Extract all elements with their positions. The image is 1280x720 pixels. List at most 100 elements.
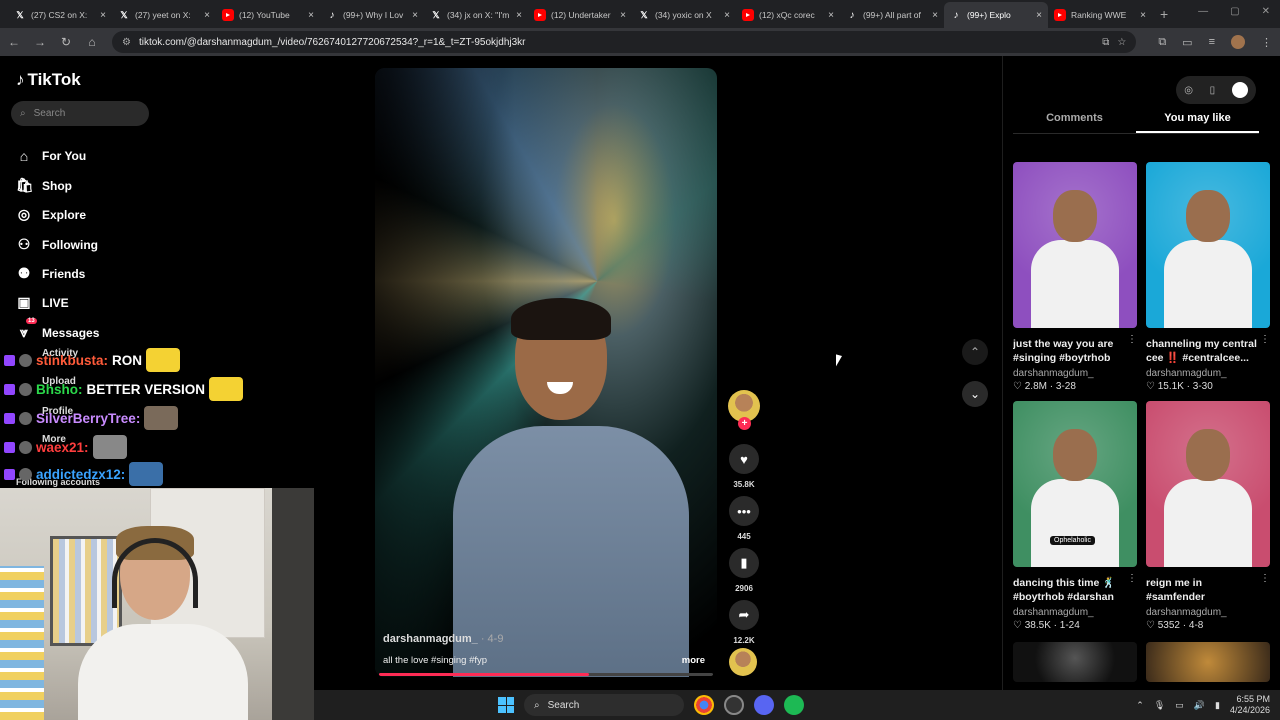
battery-icon[interactable]: ▮ — [1215, 700, 1220, 711]
sidebar-item-live[interactable]: ▣ LIVE — [16, 294, 68, 311]
music-disc-icon[interactable] — [729, 648, 757, 676]
chat-username[interactable]: stinkbusta: — [36, 353, 108, 368]
sidebar-item-shop[interactable]: 🛍 Shop — [16, 177, 72, 194]
toggle-icon[interactable] — [1231, 82, 1248, 98]
more-options-icon[interactable]: ⋮ — [1127, 334, 1137, 345]
new-tab-icon[interactable]: + — [1160, 6, 1168, 22]
sidebar-item-explore[interactable]: ◎ Explore — [16, 206, 86, 223]
media-icon[interactable]: ≡ — [1209, 36, 1215, 48]
close-tab-icon[interactable]: × — [932, 10, 938, 21]
save-button[interactable]: ▮ 2906 — [727, 548, 761, 593]
browser-tab[interactable]: ♪ (99+) Explo × — [944, 2, 1048, 28]
follow-plus-icon[interactable]: + — [738, 417, 751, 430]
more-options-icon[interactable]: ⋮ — [1260, 334, 1270, 345]
recommended-video-card[interactable]: Ophelaholic ⋮ dancing this time 🕺 #boytrho… — [1013, 401, 1137, 631]
like-button[interactable]: ♥ 35.8K — [727, 444, 761, 489]
close-tab-icon[interactable]: × — [1140, 10, 1146, 21]
chat-username[interactable]: addictedzx12: — [36, 467, 125, 482]
tab-comments[interactable]: Comments — [1013, 112, 1136, 133]
browser-tab[interactable]: Ranking WWE × — [1048, 2, 1152, 28]
more-options-icon[interactable]: ⋮ — [1127, 573, 1137, 584]
browser-tab[interactable]: (12) xQc corec × — [736, 2, 840, 28]
minimize-icon[interactable]: — — [1198, 6, 1208, 17]
browser-tab[interactable]: 𝕏 (27) yeet on X: × — [112, 2, 216, 28]
more-link[interactable]: more — [682, 655, 705, 666]
forward-icon[interactable]: → — [34, 35, 46, 49]
card-author[interactable]: darshanmagdum_ — [1013, 368, 1137, 379]
bookmark-star-icon[interactable]: ☆ — [1117, 37, 1126, 48]
video-thumbnail[interactable] — [1146, 162, 1270, 328]
windows-start-icon[interactable] — [498, 697, 514, 713]
home-browser-icon[interactable]: ⌂ — [86, 35, 98, 49]
close-tab-icon[interactable]: × — [1036, 10, 1042, 21]
close-window-icon[interactable]: ✕ — [1262, 6, 1270, 17]
video-thumbnail[interactable] — [1013, 642, 1137, 682]
recommended-video-card[interactable]: ⋮ just the way you are #singing #boytrhob… — [1013, 162, 1137, 392]
video-author[interactable]: darshanmagdum_ · 4-9 — [383, 633, 503, 645]
site-info-icon[interactable]: ⚙ — [122, 37, 131, 48]
browser-tab[interactable]: (12) YouTube × — [216, 2, 320, 28]
share-button[interactable]: ➦ 12.2K — [727, 600, 761, 645]
sidebar-item-friends[interactable]: ⚉ Friends — [16, 265, 86, 282]
discord-icon[interactable] — [754, 695, 774, 715]
mic-icon[interactable]: 🎙 — [1154, 700, 1165, 711]
close-tab-icon[interactable]: × — [516, 10, 522, 21]
phone-icon[interactable]: ▯ — [1210, 85, 1216, 96]
maximize-icon[interactable]: ▢ — [1230, 6, 1239, 17]
browser-tab[interactable]: 𝕏 (34) jx on X: "I'm × — [424, 2, 528, 28]
video-thumbnail[interactable] — [1013, 162, 1137, 328]
chrome-icon[interactable] — [694, 695, 714, 715]
browser-tab[interactable]: ♪ (99+) All part of × — [840, 2, 944, 28]
close-tab-icon[interactable]: × — [100, 10, 106, 21]
sidebar-search[interactable]: ⌕ Search — [11, 101, 149, 126]
settings-app-icon[interactable] — [724, 695, 744, 715]
browser-tab[interactable]: 𝕏 (34) yoxic on X × — [632, 2, 736, 28]
close-tab-icon[interactable]: × — [724, 10, 730, 21]
chat-username[interactable]: SilverBerryTree: — [36, 411, 140, 426]
video-thumbnail[interactable]: Ophelaholic — [1013, 401, 1137, 567]
menu-icon[interactable]: ⋮ — [1261, 36, 1272, 49]
chevron-up-icon[interactable]: ⌃ — [962, 339, 988, 365]
browser-tab[interactable]: ♪ (99+) Why I Lov × — [320, 2, 424, 28]
tiktok-logo[interactable]: ♪ TikTok — [16, 70, 81, 90]
sidepanel-icon[interactable]: ▭ — [1182, 36, 1192, 49]
clock[interactable]: 6:55 PM 4/24/2026 — [1230, 694, 1270, 716]
url-field[interactable]: ⚙ tiktok.com/@darshanmagdum_/video/76267… — [112, 31, 1137, 53]
video-thumbnail[interactable] — [1146, 401, 1270, 567]
spotify-icon[interactable] — [784, 695, 804, 715]
card-author[interactable]: darshanmagdum_ — [1013, 607, 1137, 618]
sidebar-item-following[interactable]: ⚇ Following — [16, 236, 98, 253]
compass-small-icon[interactable]: ◎ — [1184, 85, 1193, 96]
reload-icon[interactable]: ↻ — [60, 35, 72, 49]
close-tab-icon[interactable]: × — [828, 10, 834, 21]
tray-chevron-icon[interactable]: ⌃ — [1136, 700, 1144, 711]
close-tab-icon[interactable]: × — [204, 10, 210, 21]
close-tab-icon[interactable]: × — [620, 10, 626, 21]
recommended-video-card[interactable]: ⋮ channeling my central cee ‼️ #centralce… — [1146, 162, 1270, 392]
network-icon[interactable]: ▭ — [1175, 700, 1184, 711]
sidebar-item-for-you[interactable]: ⌂ For You — [16, 148, 86, 164]
author-avatar[interactable]: + — [728, 390, 760, 430]
close-tab-icon[interactable]: × — [308, 10, 314, 21]
close-tab-icon[interactable]: × — [412, 10, 418, 21]
video-progress-bar[interactable] — [379, 673, 713, 676]
taskbar-search[interactable]: ⌕ Search — [524, 694, 684, 716]
install-icon[interactable]: ⧉ — [1102, 37, 1109, 48]
more-options-icon[interactable]: ⋮ — [1260, 573, 1270, 584]
video-player[interactable]: darshanmagdum_ · 4-9 all the love #singi… — [375, 68, 717, 677]
volume-icon[interactable]: 🔊 — [1194, 700, 1205, 711]
chevron-down-icon[interactable]: ⌄ — [962, 381, 988, 407]
back-icon[interactable]: ← — [8, 35, 20, 49]
profile-avatar[interactable] — [1231, 35, 1245, 49]
recommended-video-card[interactable]: ⋮ reign me in #samfender #oliviadean #sin… — [1146, 401, 1270, 631]
card-author[interactable]: darshanmagdum_ — [1146, 607, 1270, 618]
video-thumbnail[interactable] — [1146, 642, 1270, 682]
comment-button[interactable]: ••• 445 — [727, 496, 761, 541]
extensions-icon[interactable]: ⧉ — [1158, 36, 1166, 49]
browser-tab[interactable]: 𝕏 (27) CS2 on X: × — [8, 2, 112, 28]
author-name[interactable]: darshanmagdum_ — [383, 633, 478, 645]
sidebar-item-messages[interactable]: ⩔ 13 Messages — [16, 318, 99, 341]
tab-you-may-like[interactable]: You may like — [1136, 112, 1259, 133]
chat-username[interactable]: waex21: — [36, 440, 89, 455]
card-author[interactable]: darshanmagdum_ — [1146, 368, 1270, 379]
